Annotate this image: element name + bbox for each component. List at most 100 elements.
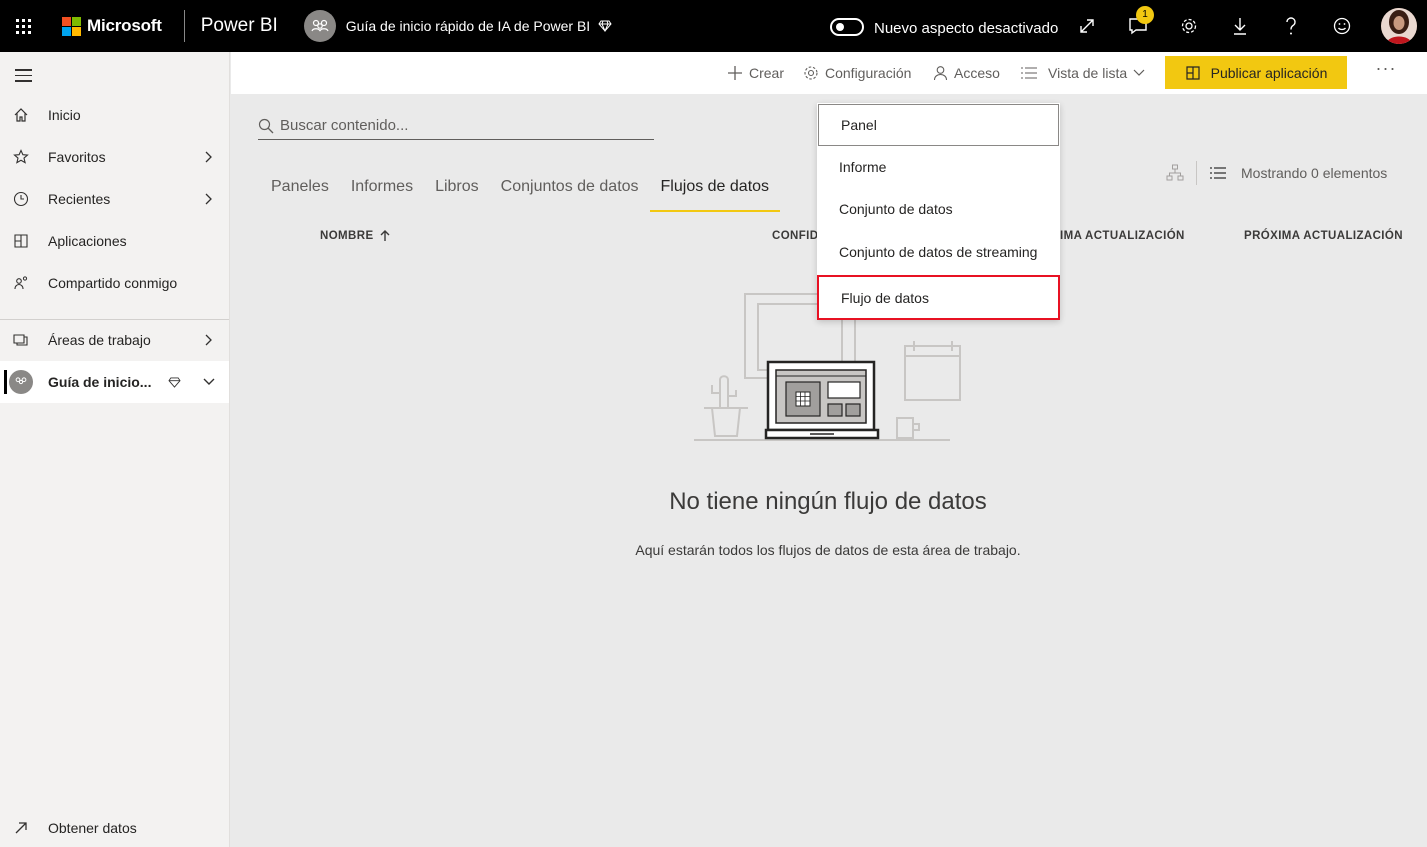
- create-label: Crear: [749, 65, 785, 81]
- brand-name: Microsoft: [87, 16, 162, 35]
- column-label: PRÓXIMA ACTUALIZACIÓN: [1244, 230, 1403, 242]
- top-bar: Microsoft Power BI Guía de inicio rápido…: [0, 0, 1427, 52]
- view-label: Vista de lista: [1048, 65, 1128, 81]
- sidebar-item-label: Recientes: [48, 191, 111, 207]
- notification-badge: 1: [1136, 6, 1154, 24]
- sidebar-item-recientes[interactable]: Recientes: [0, 178, 229, 220]
- menu-item-conjunto-de-datos[interactable]: Conjunto de datos: [817, 188, 1060, 230]
- premium-diamond-icon: [598, 20, 612, 32]
- create-button[interactable]: Crear: [727, 52, 784, 94]
- chevron-right-icon[interactable]: [189, 193, 229, 205]
- tab-libros[interactable]: Libros: [424, 172, 490, 212]
- list-view-icon[interactable]: [1209, 166, 1227, 180]
- download-icon[interactable]: [1228, 14, 1252, 38]
- sidebar-item-areas-de-trabajo[interactable]: Áreas de trabajo: [0, 319, 229, 361]
- empty-state-description: Aquí estarán todos los flujos de datos d…: [635, 542, 1021, 558]
- sidebar-item-label: Guía de inicio...: [48, 374, 152, 390]
- sidebar-item-label: Áreas de trabajo: [48, 332, 151, 348]
- shared-icon: [0, 275, 48, 291]
- expand-icon[interactable]: [1075, 14, 1099, 38]
- publish-app-button[interactable]: Publicar aplicación: [1165, 56, 1347, 89]
- menu-item-flujo-de-datos[interactable]: Flujo de datos: [817, 275, 1060, 320]
- person-icon: [933, 66, 948, 81]
- workspace-avatar-icon: [9, 370, 33, 394]
- get-data-button[interactable]: Obtener datos: [0, 808, 229, 847]
- column-header-last-refresh[interactable]: IMA ACTUALIZACIÓN: [1060, 230, 1185, 242]
- settings-label: Configuración: [825, 65, 912, 81]
- create-menu: Panel Informe Conjunto de datos Conjunto…: [817, 103, 1060, 320]
- more-options-button[interactable]: ···: [1371, 58, 1401, 88]
- column-header-next-refresh[interactable]: PRÓXIMA ACTUALIZACIÓN: [1244, 230, 1403, 242]
- settings-gear-icon[interactable]: [1177, 14, 1201, 38]
- chevron-right-icon[interactable]: [189, 151, 229, 163]
- app-icon: [1186, 65, 1200, 80]
- notifications-button[interactable]: 1: [1126, 6, 1154, 38]
- menu-item-informe[interactable]: Informe: [817, 146, 1060, 188]
- sort-arrow-up-icon: [380, 230, 390, 241]
- microsoft-logo[interactable]: Microsoft: [62, 16, 162, 36]
- column-label: IMA ACTUALIZACIÓN: [1060, 230, 1185, 242]
- tools-divider: [1196, 161, 1197, 185]
- column-header-name[interactable]: NOMBRE: [320, 230, 390, 242]
- workspaces-icon: [0, 332, 48, 348]
- clock-icon: [0, 191, 48, 207]
- items-count: Mostrando 0 elementos: [1241, 165, 1388, 181]
- tab-informes[interactable]: Informes: [340, 172, 424, 212]
- search-input[interactable]: Buscar contenido...: [280, 117, 408, 134]
- sidebar-item-label: Inicio: [48, 107, 81, 123]
- lineage-view-icon[interactable]: [1166, 164, 1184, 182]
- search-box[interactable]: Buscar contenido...: [258, 112, 654, 140]
- sidebar-item-aplicaciones[interactable]: Aplicaciones: [0, 220, 229, 262]
- help-icon[interactable]: [1279, 14, 1303, 38]
- list-view-icon: [1021, 67, 1037, 79]
- workspace-title[interactable]: Guía de inicio rápido de IA de Power BI: [346, 18, 590, 34]
- waffle-icon: [15, 18, 31, 34]
- menu-item-panel[interactable]: Panel: [818, 104, 1059, 146]
- star-icon: [0, 149, 48, 165]
- access-button[interactable]: Acceso: [933, 52, 1000, 94]
- workspace-avatar-icon: [303, 10, 336, 42]
- sidebar-item-label: Aplicaciones: [48, 233, 127, 249]
- view-dropdown[interactable]: Vista de lista: [1020, 52, 1145, 94]
- tab-conjuntos-de-datos[interactable]: Conjuntos de datos: [490, 172, 650, 212]
- column-label: NOMBRE: [320, 230, 374, 242]
- search-icon: [258, 118, 274, 133]
- left-nav: Inicio Favoritos Recientes Aplicaciones …: [0, 52, 230, 847]
- sidebar-item-inicio[interactable]: Inicio: [0, 94, 229, 136]
- feedback-smiley-icon[interactable]: [1330, 14, 1354, 38]
- command-bar: Crear Configuración Acceso Vista de list…: [231, 52, 1427, 94]
- sidebar-item-favoritos[interactable]: Favoritos: [0, 136, 229, 178]
- tab-paneles[interactable]: Paneles: [260, 172, 340, 212]
- sidebar-item-label: Favoritos: [48, 149, 106, 165]
- chevron-right-icon[interactable]: [189, 334, 229, 346]
- plus-icon: [728, 66, 742, 80]
- apps-icon: [0, 233, 48, 249]
- new-look-toggle[interactable]: Nuevo aspecto desactivado: [830, 16, 1058, 37]
- sidebar-item-current-workspace[interactable]: Guía de inicio...: [0, 361, 229, 403]
- tab-flujos-de-datos[interactable]: Flujos de datos: [649, 172, 781, 212]
- home-icon: [0, 107, 48, 123]
- view-tools: Mostrando 0 elementos: [1166, 160, 1387, 186]
- menu-item-streaming[interactable]: Conjunto de datos de streaming: [817, 231, 1060, 273]
- content-tabs: Paneles Informes Libros Conjuntos de dat…: [260, 172, 780, 212]
- topbar-divider: [183, 10, 185, 42]
- toggle-switch[interactable]: [830, 17, 864, 36]
- chevron-down-icon[interactable]: [189, 378, 229, 386]
- microsoft-logo-icon: [62, 16, 81, 36]
- hamburger-menu-icon[interactable]: [15, 69, 32, 86]
- publish-label: Publicar aplicación: [1210, 64, 1328, 81]
- column-header-confidential[interactable]: CONFID: [772, 230, 818, 242]
- product-name[interactable]: Power BI: [201, 15, 278, 37]
- empty-state-title: No tiene ningún flujo de datos: [669, 488, 987, 515]
- sidebar-item-compartido[interactable]: Compartido conmigo: [0, 262, 229, 304]
- workspace-avatar-wrap: [0, 370, 48, 394]
- column-label: CONFID: [772, 230, 819, 242]
- user-avatar[interactable]: [1381, 8, 1417, 44]
- get-data-label: Obtener datos: [48, 820, 137, 836]
- app-launcher-button[interactable]: [0, 0, 46, 52]
- gear-icon: [804, 66, 818, 80]
- toggle-label: Nuevo aspecto desactivado: [874, 20, 1059, 37]
- arrow-up-right-icon: [0, 821, 48, 835]
- sidebar-item-label: Compartido conmigo: [48, 275, 178, 291]
- settings-button[interactable]: Configuración: [803, 52, 911, 94]
